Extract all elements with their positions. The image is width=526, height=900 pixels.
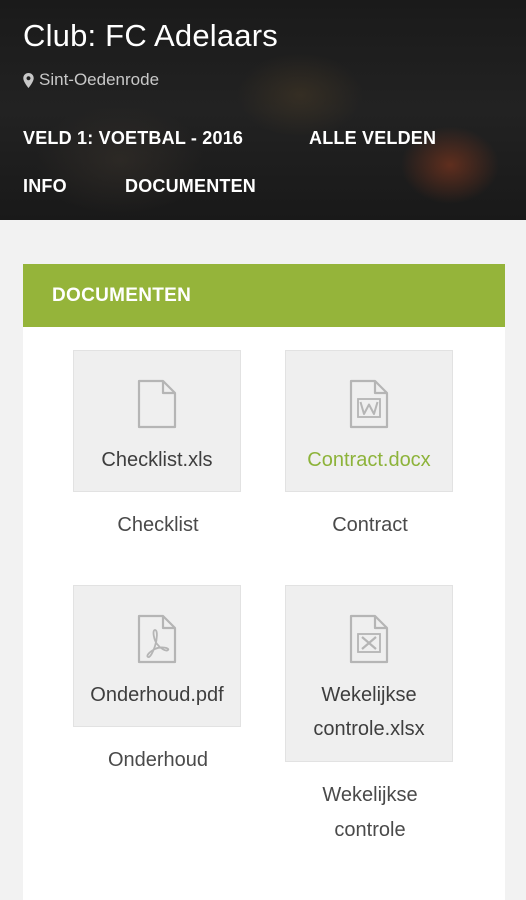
pdf-file-icon — [137, 614, 177, 664]
document-caption: Wekelijkse controle — [285, 778, 455, 848]
nav-all-fields-link[interactable]: ALLE VELDEN — [309, 128, 436, 149]
word-file-icon — [349, 379, 389, 429]
location-text: Sint-Oedenrode — [39, 70, 160, 89]
excel-file-icon — [349, 614, 389, 664]
document-filename-line: Wekelijkse — [321, 684, 417, 706]
club-header: Club: FC Adelaars Sint-Oedenrode VELD 1:… — [0, 0, 526, 220]
document-filename[interactable]: Onderhoud.pdf — [86, 678, 227, 712]
document-filename[interactable]: Checklist.xls — [97, 443, 216, 477]
nav-field-link[interactable]: VELD 1: VOETBAL - 2016 — [23, 128, 243, 149]
nav-info-tab[interactable]: INFO — [23, 176, 67, 197]
document-tile[interactable]: Contract.docx — [285, 350, 453, 492]
map-marker-icon — [23, 72, 34, 88]
document-filename[interactable]: Wekelijkse controle.xlsx — [309, 678, 428, 746]
documents-panel: DOCUMENTEN Checklist.xls Checklist Contr… — [23, 264, 505, 900]
club-location: Sint-Oedenrode — [23, 70, 159, 90]
document-caption: Onderhoud — [107, 749, 209, 771]
document-tile[interactable]: Onderhoud.pdf — [73, 585, 241, 727]
page-title: Club: FC Adelaars — [23, 18, 278, 53]
document-item[interactable]: Contract.docx Contract — [285, 350, 455, 543]
document-caption: Contract — [332, 514, 408, 536]
nav-documents-tab[interactable]: DOCUMENTEN — [125, 176, 256, 197]
file-icon — [137, 379, 177, 429]
document-tile[interactable]: Wekelijkse controle.xlsx — [285, 585, 453, 762]
document-item[interactable]: Onderhoud.pdf Onderhoud — [73, 585, 243, 778]
document-caption-line: controle — [334, 819, 406, 841]
document-item[interactable]: Wekelijkse controle.xlsx Wekelijkse cont… — [285, 585, 455, 848]
document-caption: Checklist — [117, 514, 199, 536]
document-filename-line: controle.xlsx — [313, 718, 425, 740]
panel-header: DOCUMENTEN — [23, 264, 505, 327]
document-tile[interactable]: Checklist.xls — [73, 350, 241, 492]
document-filename[interactable]: Contract.docx — [303, 443, 434, 477]
document-item[interactable]: Checklist.xls Checklist — [73, 350, 243, 543]
document-caption-line: Wekelijkse — [322, 784, 418, 806]
panel-title: DOCUMENTEN — [52, 284, 192, 306]
